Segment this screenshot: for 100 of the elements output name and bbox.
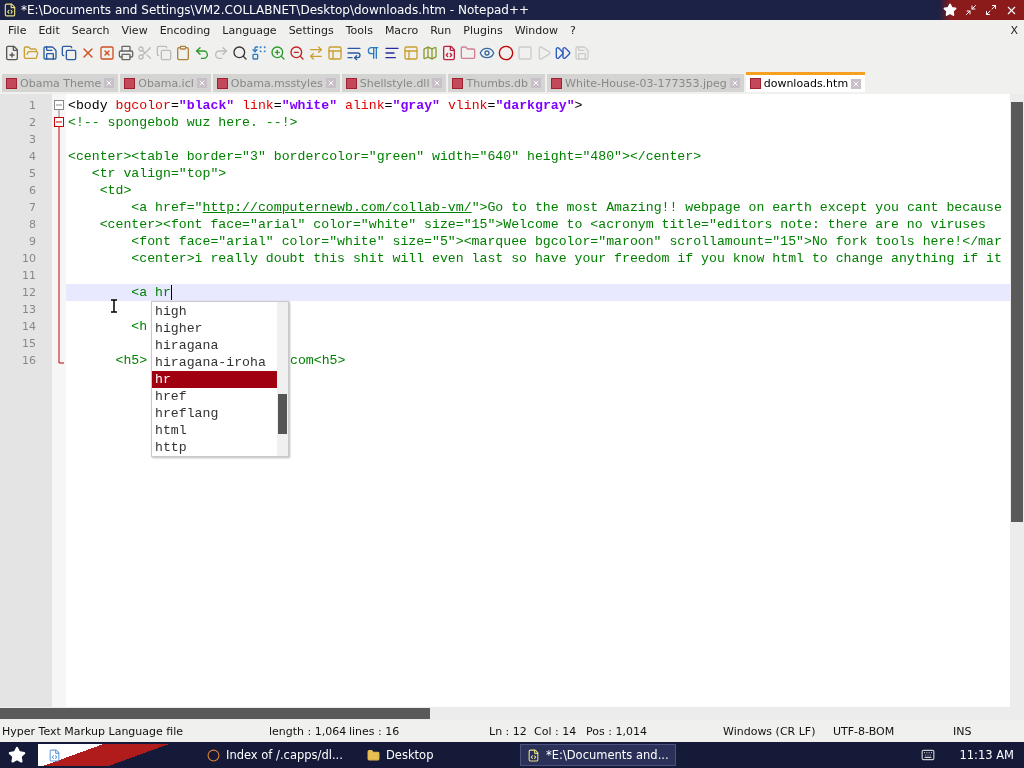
taskbar-item[interactable]: Index of /.capps/dl...	[200, 744, 356, 766]
code-text: <body	[68, 97, 109, 114]
file-type-text: Hyper Text Markup Language file	[1, 724, 185, 738]
code-text: <a href="	[130, 199, 203, 216]
code-text: =	[273, 97, 282, 114]
line-number: 8	[28, 217, 37, 233]
zoom-out-icon[interactable]	[289, 45, 305, 61]
close-tab-button[interactable]	[104, 78, 115, 88]
code-text: vlink	[446, 97, 488, 114]
code-text: >	[574, 97, 583, 114]
eol-text: Windows (CR LF)	[723, 724, 817, 738]
folder-icon[interactable]	[460, 45, 476, 61]
scrollbar-thumb[interactable]	[0, 708, 430, 719]
menu-item[interactable]: Macro	[378, 23, 425, 37]
position-text: Pos : 1,014	[586, 724, 648, 738]
eye-icon[interactable]	[479, 45, 495, 61]
line-number: 9	[28, 234, 37, 250]
menu-item[interactable]: View	[115, 23, 154, 37]
code-text: =	[170, 97, 179, 114]
autocomplete-item[interactable]: href	[152, 388, 277, 405]
line-number: 7	[28, 200, 37, 216]
folder-icon	[367, 748, 380, 762]
indent-guide-icon[interactable]	[384, 45, 400, 61]
menu-item[interactable]: Language	[216, 23, 283, 37]
copy-icon[interactable]	[156, 45, 172, 61]
line-number: 4	[28, 149, 37, 165]
menu-item[interactable]: Window	[508, 23, 565, 37]
line-number: 16	[21, 353, 37, 369]
menu-item[interactable]: File	[2, 23, 33, 37]
close-tab-button[interactable]	[432, 78, 443, 88]
pilcrow-icon[interactable]	[365, 45, 381, 61]
close-tab-button[interactable]	[531, 78, 542, 88]
line-number: 5	[28, 166, 37, 182]
scrollbar-thumb[interactable]	[278, 394, 287, 434]
zoom-in-icon[interactable]	[270, 45, 286, 61]
autocomplete-item[interactable]: hiragana-iroha	[152, 354, 277, 371]
encoding-text: UTF-8-BOM	[833, 724, 896, 738]
autocomplete-item[interactable]: higher	[152, 320, 277, 337]
taskbar-item[interactable]: Desktop	[360, 744, 516, 766]
column-text: Col : 14	[534, 724, 578, 738]
close-all-icon[interactable]	[99, 45, 115, 61]
file-icon	[452, 77, 464, 89]
map-icon[interactable]	[422, 45, 438, 61]
undo-icon[interactable]	[194, 45, 210, 61]
autocomplete-item[interactable]: hiragana	[152, 337, 277, 354]
menu-item[interactable]: Settings	[282, 23, 340, 37]
close-tab-button[interactable]	[729, 78, 740, 88]
code-text: <center><table border="3" bordercolor="green" width="640" height="480"></center>	[68, 148, 702, 165]
star-icon	[8, 746, 26, 764]
print-icon[interactable]	[118, 45, 134, 61]
close-tab-button[interactable]	[196, 78, 207, 88]
replace-icon[interactable]	[251, 45, 267, 61]
scrollbar-thumb[interactable]	[1011, 102, 1023, 522]
file-icon	[216, 77, 228, 89]
search-icon[interactable]	[232, 45, 248, 61]
clock: 11:13 AM	[959, 748, 1015, 762]
word-wrap-icon[interactable]	[346, 45, 362, 61]
taskbar-item[interactable]: *E:\Documents and...	[520, 744, 676, 766]
keyboard-icon	[921, 748, 936, 762]
autocomplete-item[interactable]: hreflang	[152, 405, 277, 422]
autocomplete-item[interactable]: hr	[152, 371, 277, 388]
line-number: 13	[21, 302, 37, 318]
lines-text: lines : 16	[349, 724, 401, 738]
window-title: *E:\Documents and Settings\VM2.COLLABNET\Desktop\downloads.htm - Notepad++	[20, 3, 531, 17]
horizontal-scrollbar[interactable]	[0, 707, 1024, 720]
close-tab-button[interactable]	[325, 78, 336, 88]
save-all-icon[interactable]	[61, 45, 77, 61]
code-text: <center>i really doubt this shit will even last so have your freedom if you know html to change anything if it	[130, 250, 1002, 267]
code-text: <font face="arial" color="white" size="5"><marquee bgcolor="maroon" scrollamount="15">No fork tools here!</mar	[130, 233, 1002, 250]
vertical-scrollbar[interactable]	[1010, 94, 1024, 707]
menu-item[interactable]: Plugins	[457, 23, 509, 37]
close-document-button[interactable]: X	[1010, 23, 1024, 37]
minimize-button[interactable]	[965, 4, 977, 16]
autocomplete-item[interactable]: http	[152, 439, 277, 456]
menu-item[interactable]: Search	[65, 23, 116, 37]
menu-item[interactable]: ?	[564, 23, 582, 37]
record-icon[interactable]	[498, 45, 514, 61]
code-text: "darkgray"	[495, 97, 575, 114]
paste-icon[interactable]	[175, 45, 191, 61]
code-text: <center><font face="arial" color="white" size="15">Welcome to <acronym title="editors note: there are no viruses	[98, 216, 986, 233]
code-text: com<h5>	[290, 353, 346, 368]
tab[interactable]: downloads.htm	[745, 72, 866, 92]
popup-scrollbar[interactable]	[277, 302, 288, 456]
save-icon[interactable]	[42, 45, 58, 61]
menu-item[interactable]: Run	[424, 23, 458, 37]
close-tab-button[interactable]	[851, 78, 862, 89]
new-file-icon[interactable]	[4, 45, 20, 61]
fast-forward-icon[interactable]	[555, 45, 571, 61]
maximize-button[interactable]	[985, 4, 997, 16]
length-text: length : 1,064	[269, 724, 348, 738]
menu-item[interactable]: Tools	[339, 23, 379, 37]
line-number: 2	[28, 115, 37, 131]
menu-item[interactable]: Encoding	[153, 23, 217, 37]
autocomplete-item[interactable]: high	[152, 303, 277, 320]
autocomplete-item[interactable]: html	[152, 422, 277, 439]
line-number: 11	[21, 268, 37, 284]
file-code-icon[interactable]	[441, 45, 457, 61]
line-number: 15	[21, 336, 37, 352]
code-text: <h5>	[114, 352, 148, 369]
menu-item[interactable]: Edit	[32, 23, 66, 37]
